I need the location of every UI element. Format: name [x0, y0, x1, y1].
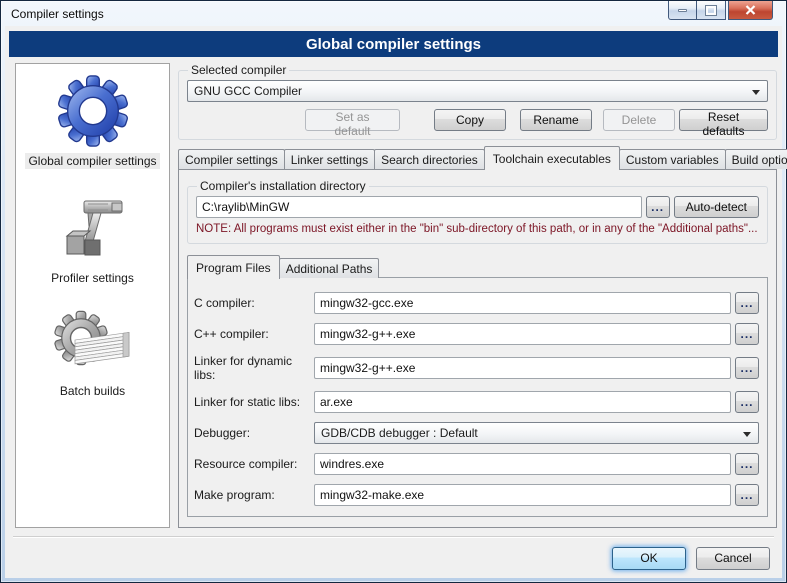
- reset-defaults-button[interactable]: Reset defaults: [679, 109, 768, 131]
- field-label: Linker for static libs:: [194, 395, 314, 409]
- field-label: Debugger:: [194, 426, 314, 440]
- browse-button[interactable]: ...: [735, 391, 759, 413]
- subtab-additional-paths[interactable]: Additional Paths: [279, 258, 380, 278]
- field-label: C++ compiler:: [194, 327, 314, 341]
- tab-toolchain-executables[interactable]: Toolchain executables: [484, 146, 620, 170]
- window-title: Compiler settings: [5, 7, 104, 21]
- minimize-icon: [678, 9, 687, 12]
- selected-compiler-group-label: Selected compiler: [188, 63, 289, 77]
- sidebar-item-batch-builds[interactable]: Batch builds: [51, 310, 135, 399]
- tab-linker-settings[interactable]: Linker settings: [284, 149, 375, 169]
- close-button[interactable]: [728, 1, 773, 20]
- debugger-select[interactable]: GDB/CDB debugger : Default: [314, 422, 759, 444]
- window-controls: [668, 1, 773, 20]
- sidebar-item-global-compiler-settings[interactable]: Global compiler settings: [25, 74, 159, 169]
- delete-button[interactable]: Delete: [603, 109, 675, 131]
- cpp-compiler-input[interactable]: [314, 323, 731, 345]
- make-program-input[interactable]: [314, 484, 731, 506]
- maximize-button[interactable]: [697, 1, 726, 20]
- dialog-body: Global compiler settings: [5, 26, 782, 578]
- compiler-tabs: Compiler settings Linker settings Search…: [178, 146, 777, 169]
- field-label: Linker for dynamic libs:: [194, 354, 314, 382]
- toolchain-executables-panel: Compiler's installation directory ... Au…: [178, 169, 777, 528]
- tab-build-options[interactable]: Build options: [725, 149, 787, 169]
- toolchain-subtabs: Program Files Additional Paths: [187, 255, 768, 278]
- blue-gear-icon: [55, 74, 131, 148]
- dialog-footer: OK Cancel: [5, 538, 782, 578]
- auto-detect-button[interactable]: Auto-detect: [674, 196, 759, 218]
- field-row-dynamic-linker: Linker for dynamic libs: ...: [194, 354, 759, 382]
- gray-gear-stack-icon: [51, 310, 135, 378]
- dynamic-linker-input[interactable]: [314, 357, 731, 379]
- cancel-button[interactable]: Cancel: [696, 547, 770, 570]
- browse-button[interactable]: ...: [735, 453, 759, 475]
- browse-button[interactable]: ...: [735, 323, 759, 345]
- browse-button[interactable]: ...: [735, 484, 759, 506]
- minimize-button[interactable]: [668, 1, 697, 20]
- field-row-c-compiler: C compiler: ...: [194, 292, 759, 314]
- page-title: Global compiler settings: [9, 31, 778, 57]
- resource-compiler-input[interactable]: [314, 453, 731, 475]
- titlebar[interactable]: Compiler settings: [5, 1, 782, 26]
- browse-directory-button[interactable]: ...: [646, 196, 670, 218]
- copy-button[interactable]: Copy: [434, 109, 506, 131]
- combo-arrow-icon: [743, 432, 751, 437]
- field-row-static-linker: Linker for static libs: ...: [194, 391, 759, 413]
- subtab-program-files[interactable]: Program Files: [187, 255, 280, 279]
- field-label: C compiler:: [194, 296, 314, 310]
- selected-compiler-group: Selected compiler GNU GCC Compiler Set a…: [178, 63, 777, 140]
- sidebar-item-label: Profiler settings: [48, 270, 137, 286]
- ok-button[interactable]: OK: [612, 547, 686, 570]
- browse-button[interactable]: ...: [735, 292, 759, 314]
- compiler-select-value: GNU GCC Compiler: [194, 84, 302, 98]
- tab-custom-variables[interactable]: Custom variables: [619, 149, 726, 169]
- program-files-panel: C compiler: ... C++ compiler: ...: [187, 277, 768, 517]
- installation-directory-group: Compiler's installation directory ... Au…: [187, 179, 768, 244]
- maximize-icon: [706, 6, 716, 15]
- browse-button[interactable]: ...: [735, 357, 759, 379]
- field-label: Resource compiler:: [194, 457, 314, 471]
- tab-compiler-settings[interactable]: Compiler settings: [178, 149, 285, 169]
- caliper-icon: [54, 193, 130, 265]
- static-linker-input[interactable]: [314, 391, 731, 413]
- settings-category-list: Global compiler settings: [15, 63, 170, 528]
- sidebar-item-label: Global compiler settings: [25, 153, 159, 169]
- field-row-debugger: Debugger: GDB/CDB debugger : Default: [194, 422, 759, 444]
- tab-search-directories[interactable]: Search directories: [374, 149, 485, 169]
- debugger-select-value: GDB/CDB debugger : Default: [321, 426, 478, 440]
- installation-note: NOTE: All programs must exist either in …: [196, 223, 759, 235]
- compiler-buttons-row: Set as default Copy Rename Delete Reset …: [187, 109, 768, 131]
- compiler-select[interactable]: GNU GCC Compiler: [187, 80, 768, 102]
- installation-directory-group-label: Compiler's installation directory: [197, 179, 369, 193]
- c-compiler-input[interactable]: [314, 292, 731, 314]
- sidebar-item-label: Batch builds: [57, 383, 128, 399]
- installation-directory-input[interactable]: [196, 196, 642, 218]
- combo-arrow-icon: [752, 90, 760, 95]
- field-row-cpp-compiler: C++ compiler: ...: [194, 323, 759, 345]
- set-as-default-button[interactable]: Set as default: [305, 109, 400, 131]
- field-label: Make program:: [194, 488, 314, 502]
- close-icon: [745, 5, 756, 15]
- rename-button[interactable]: Rename: [520, 109, 592, 131]
- sidebar-item-profiler-settings[interactable]: Profiler settings: [48, 193, 137, 286]
- field-row-make-program: Make program: ...: [194, 484, 759, 506]
- compiler-settings-window: Compiler settings Global compiler settin…: [0, 0, 787, 583]
- field-row-resource-compiler: Resource compiler: ...: [194, 453, 759, 475]
